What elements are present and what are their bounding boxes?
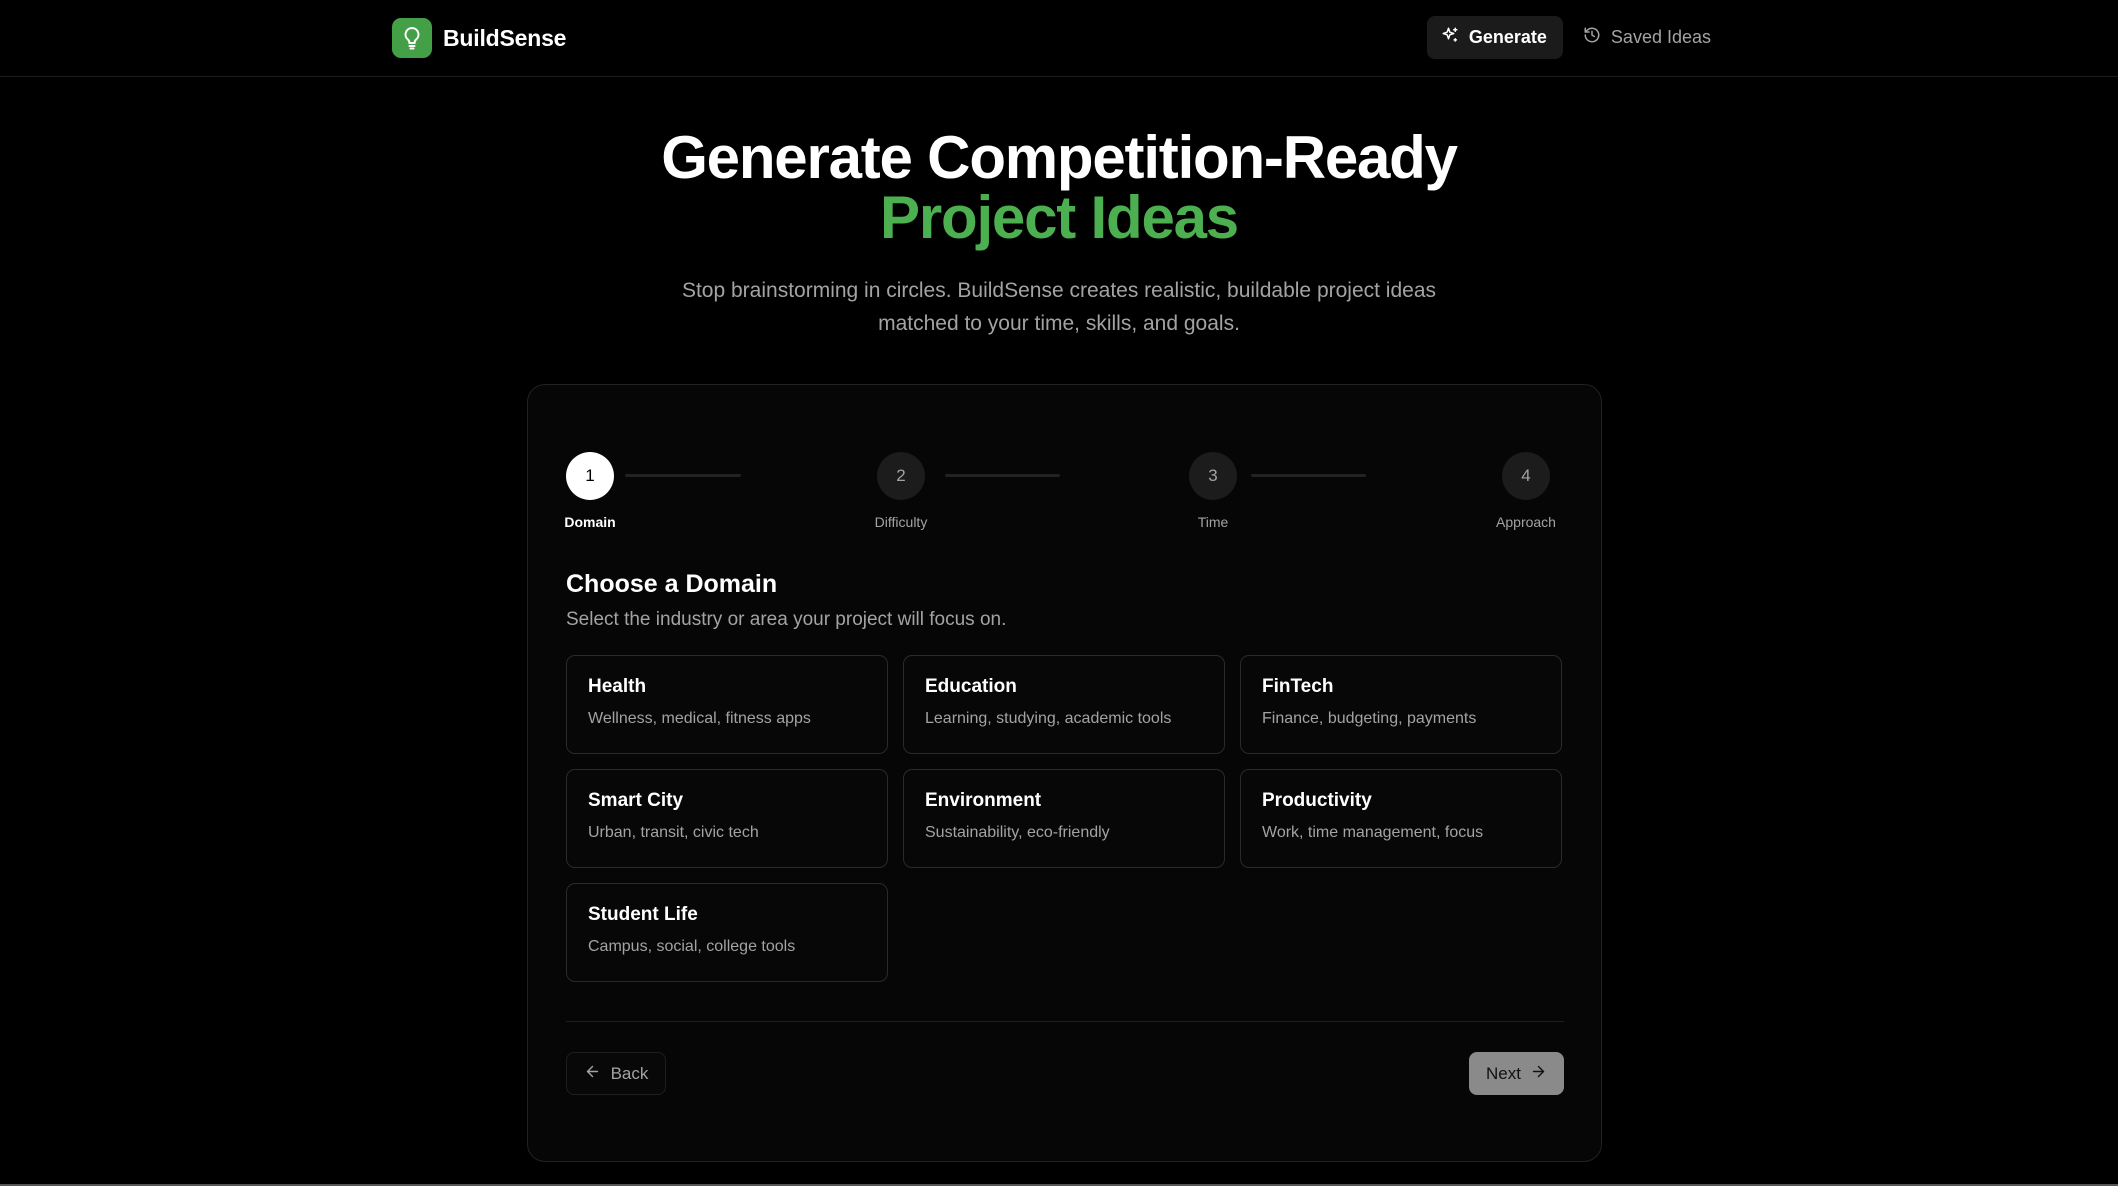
hero-subtitle: Stop brainstorming in circles. BuildSens… bbox=[681, 279, 1437, 335]
domain-name: Environment bbox=[925, 790, 1042, 811]
sparkles-icon bbox=[1441, 26, 1459, 49]
step-label: Domain bbox=[564, 514, 616, 530]
hero-title-line2: Project Ideas bbox=[880, 184, 1239, 251]
section-subtitle: Select the industry or area your project… bbox=[566, 609, 1007, 630]
domain-option-education[interactable]: Education Learning, studying, academic t… bbox=[903, 655, 1225, 754]
domain-name: Health bbox=[588, 676, 647, 697]
domain-description: Campus, social, college tools bbox=[588, 938, 796, 955]
step-number: 1 bbox=[566, 452, 614, 500]
next-button[interactable]: Next bbox=[1469, 1052, 1564, 1095]
step-time[interactable]: 3 Time bbox=[1153, 452, 1273, 530]
lightbulb-icon bbox=[392, 18, 432, 58]
step-label: Difficulty bbox=[874, 514, 928, 530]
domain-option-productivity[interactable]: Productivity Work, time management, focu… bbox=[1240, 769, 1562, 868]
domain-option-student-life[interactable]: Student Life Campus, social, college too… bbox=[566, 883, 888, 982]
step-label: Time bbox=[1197, 514, 1229, 530]
top-navigation-bar: BuildSense Generate Saved Ideas bbox=[0, 0, 2118, 77]
domain-description: Finance, budgeting, payments bbox=[1262, 710, 1477, 727]
step-label: Approach bbox=[1496, 514, 1556, 530]
domain-option-environment[interactable]: Environment Sustainability, eco-friendly bbox=[903, 769, 1225, 868]
domain-option-fintech[interactable]: FinTech Finance, budgeting, payments bbox=[1240, 655, 1562, 754]
domain-description: Sustainability, eco-friendly bbox=[925, 824, 1110, 841]
step-domain[interactable]: 1 Domain bbox=[530, 452, 650, 530]
generate-nav-button[interactable]: Generate bbox=[1426, 16, 1563, 59]
step-difficulty[interactable]: 2 Difficulty bbox=[841, 452, 961, 530]
stepper: 1 Domain 2 Difficulty 3 Time 4 Approach bbox=[564, 452, 1566, 532]
history-icon bbox=[1583, 26, 1601, 49]
step-connector bbox=[945, 474, 1060, 477]
domain-name: Productivity bbox=[1262, 790, 1372, 811]
domain-option-smart-city[interactable]: Smart City Urban, transit, civic tech bbox=[566, 769, 888, 868]
back-button-label: Back bbox=[610, 1063, 649, 1083]
domain-description: Learning, studying, academic tools bbox=[925, 710, 1172, 727]
step-number: 2 bbox=[877, 452, 925, 500]
domain-name: FinTech bbox=[1262, 676, 1334, 697]
step-approach[interactable]: 4 Approach bbox=[1466, 452, 1586, 530]
wizard-card: 1 Domain 2 Difficulty 3 Time 4 Approach … bbox=[527, 384, 1602, 1162]
section-title: Choose a Domain bbox=[566, 570, 778, 598]
brand[interactable]: BuildSense bbox=[392, 18, 566, 58]
domain-description: Work, time management, focus bbox=[1262, 824, 1484, 841]
domain-description: Urban, transit, civic tech bbox=[588, 824, 759, 841]
back-button[interactable]: Back bbox=[566, 1052, 666, 1095]
step-number: 4 bbox=[1502, 452, 1550, 500]
domain-option-health[interactable]: Health Wellness, medical, fitness apps bbox=[566, 655, 888, 754]
brand-name: BuildSense bbox=[443, 24, 567, 51]
domain-name: Student Life bbox=[588, 904, 698, 925]
domain-description: Wellness, medical, fitness apps bbox=[588, 710, 811, 727]
saved-ideas-nav-button[interactable]: Saved Ideas bbox=[1569, 16, 1727, 59]
generate-nav-label: Generate bbox=[1468, 27, 1547, 47]
step-number: 3 bbox=[1189, 452, 1237, 500]
domain-grid: Health Wellness, medical, fitness apps E… bbox=[566, 655, 1564, 982]
hero-section: Generate Competition-Ready Project Ideas… bbox=[0, 128, 2118, 340]
next-button-label: Next bbox=[1486, 1063, 1521, 1083]
arrow-right-icon bbox=[1530, 1063, 1547, 1085]
hero-title-line1: Generate Competition-Ready bbox=[661, 124, 1458, 191]
saved-ideas-nav-label: Saved Ideas bbox=[1610, 27, 1711, 47]
domain-name: Smart City bbox=[588, 790, 684, 811]
arrow-left-icon bbox=[584, 1063, 601, 1085]
footer-divider bbox=[566, 1021, 1564, 1022]
domain-name: Education bbox=[925, 676, 1017, 697]
header-nav: Generate Saved Ideas bbox=[1426, 16, 1727, 59]
